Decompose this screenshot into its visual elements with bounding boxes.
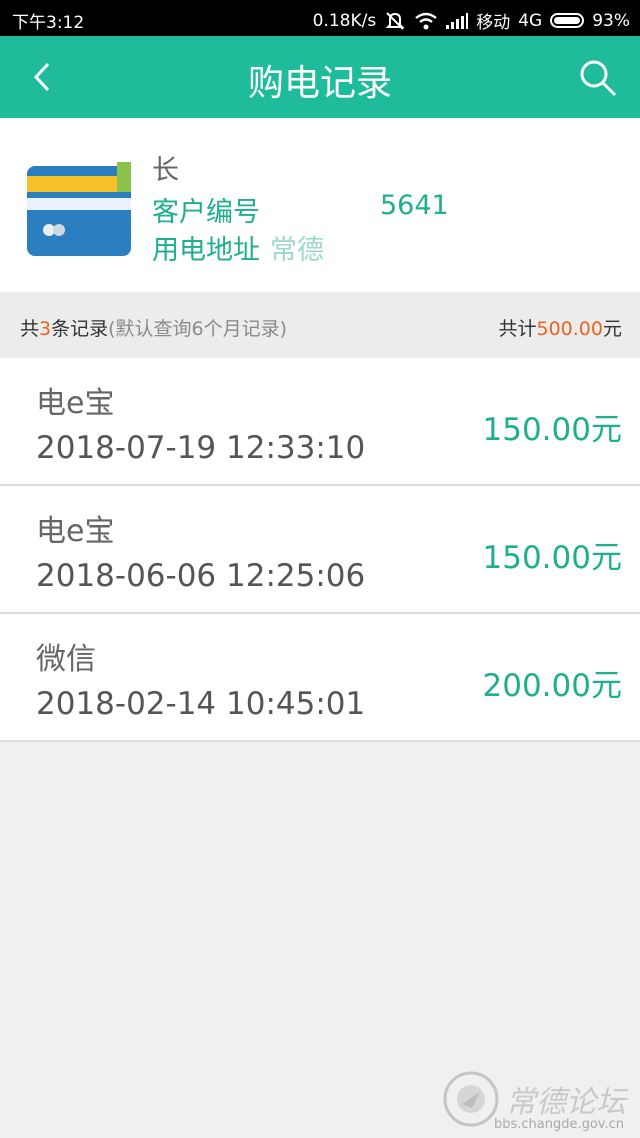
- battery-icon: [550, 13, 585, 28]
- watermark-url: bbs.changde.gov.cn: [493, 1117, 624, 1132]
- forum-logo-icon: [443, 1071, 499, 1127]
- record-count: 3: [39, 318, 52, 340]
- network-speed: 0.18K/s: [312, 10, 377, 31]
- app-header: 购电记录: [0, 36, 640, 118]
- status-bar: 下午3:12 0.18K/s 移动 4G 93%: [0, 0, 640, 36]
- payment-method: 电e宝: [36, 514, 115, 549]
- payment-method: 微信: [36, 642, 96, 677]
- address-text: 常德: [270, 235, 324, 266]
- network-type: 4G: [518, 10, 543, 31]
- payment-amount: 150.00元: [482, 412, 622, 448]
- customer-number-tail: 5641: [380, 190, 449, 221]
- total-unit: 元: [602, 318, 622, 340]
- payment-time: 2018-07-19 12:33:10: [36, 430, 366, 466]
- search-icon[interactable]: [578, 58, 618, 98]
- record-list: 电e宝 2018-07-19 12:33:10 150.00元 电e宝 2018…: [0, 358, 640, 742]
- address-label: 用电地址: [152, 235, 260, 266]
- payment-time: 2018-06-06 12:25:06: [36, 558, 366, 594]
- signal-icon: [446, 12, 469, 29]
- list-item[interactable]: 电e宝 2018-07-19 12:33:10 150.00元: [0, 358, 640, 486]
- status-time: 下午3:12: [12, 13, 85, 33]
- summary-prefix: 共: [20, 318, 40, 340]
- account-card: 长 客户编号 5641 用电地址 常德: [0, 118, 640, 368]
- battery-percent: 93%: [592, 10, 630, 31]
- list-item[interactable]: 电e宝 2018-06-06 12:25:06 150.00元: [0, 486, 640, 614]
- watermark-text: 常德论坛: [506, 1085, 626, 1120]
- customer-number-label: 客户编号: [152, 197, 260, 228]
- summary-suffix: 条记录: [51, 318, 109, 340]
- summary-note: (默认查询6个月记录): [108, 318, 288, 340]
- bank-card-icon: [27, 162, 131, 256]
- mute-icon: [385, 11, 405, 30]
- total-label: 共计: [498, 318, 537, 340]
- forum-watermark: 常德论坛 bbs.changde.gov.cn: [442, 1070, 626, 1132]
- wifi-icon: [415, 12, 437, 29]
- list-item[interactable]: 微信 2018-02-14 10:45:01 200.00元: [0, 614, 640, 742]
- carrier-label: 移动: [476, 13, 511, 33]
- total-value: 500.00: [536, 318, 603, 340]
- summary-bar: 共3条记录(默认查询6个月记录) 共计500.00元: [0, 292, 640, 358]
- payment-amount: 200.00元: [482, 668, 622, 704]
- payment-time: 2018-02-14 10:45:01: [36, 686, 366, 722]
- account-name: 长: [152, 155, 179, 186]
- payment-method: 电e宝: [36, 386, 115, 421]
- payment-amount: 150.00元: [482, 540, 622, 576]
- page-title: 购电记录: [247, 63, 392, 104]
